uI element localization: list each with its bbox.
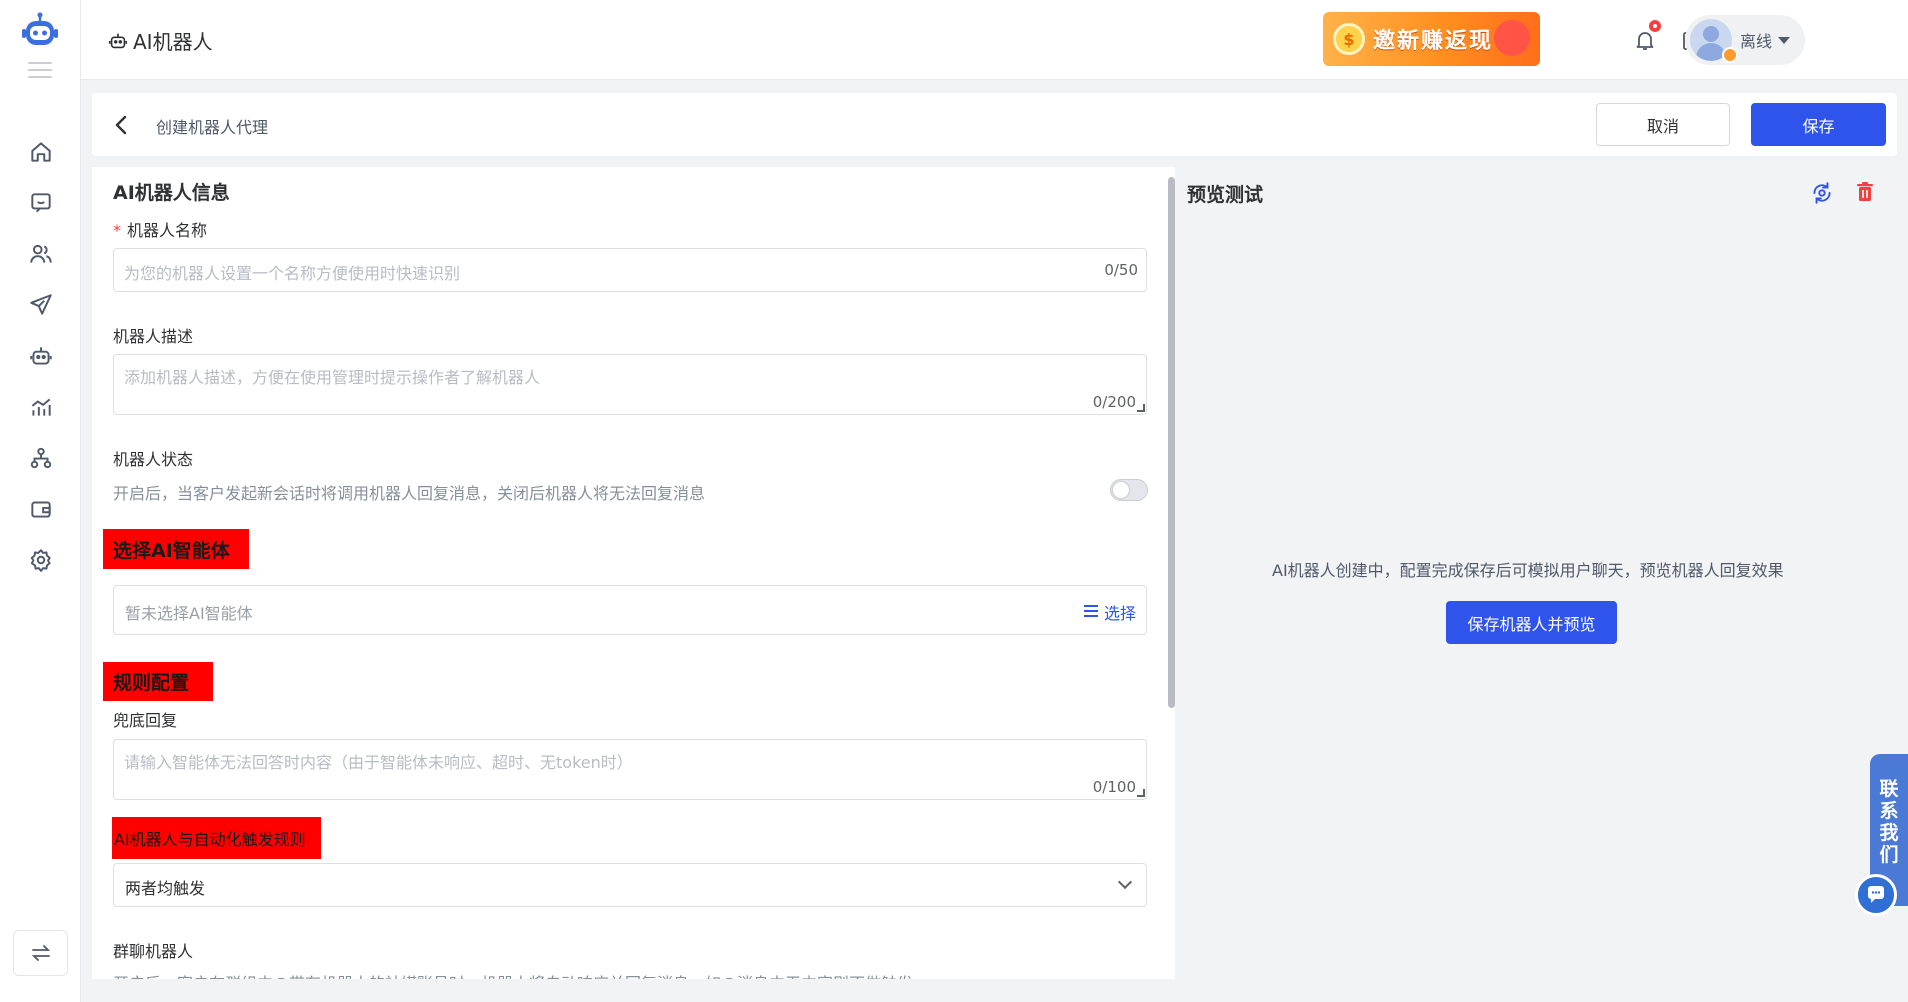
chevron-down-icon [1117,874,1133,890]
description-textarea[interactable]: 添加机器人描述，方便在使用管理时提示操作者了解机器人 0/200 [113,354,1147,415]
status-dot [1722,47,1738,63]
preview-title: 预览测试 [1187,184,1264,206]
name-placeholder: 为您的机器人设置一个名称方便使用时快速识别 [124,264,461,283]
fallback-placeholder: 请输入智能体无法回答时内容（由于智能体未响应、超时、无token时） [124,753,633,772]
app-title: AI机器人 [107,26,213,55]
fallback-textarea[interactable]: 请输入智能体无法回答时内容（由于智能体未响应、超时、无token时） 0/100 [113,739,1147,800]
agent-select-field[interactable]: 暂未选择AI智能体 选择 [113,585,1147,635]
select-agent-link[interactable]: 选择 [1083,600,1136,624]
description-placeholder: 添加机器人描述，方便在使用管理时提示操作者了解机器人 [124,368,541,387]
description-char-count: 0/200 [1092,393,1136,411]
robot-icon [108,33,128,48]
preview-message: AI机器人创建中，配置完成保存后可模拟用户聊天，预览机器人回复效果 [1272,561,1784,580]
nav-org-icon[interactable] [0,432,81,483]
name-label-text: 机器人名称 [127,221,208,240]
menu-toggle-icon[interactable] [28,62,52,80]
promo-text: 邀新赚返现 [1373,29,1494,54]
breadcrumb: 创建机器人代理 [156,118,269,137]
agent-section-label: 选择AI智能体 [103,529,249,569]
side-rail [0,0,81,1002]
trigger-section-label: AI机器人与自动化触发规则 [112,817,321,859]
nav-chat-icon[interactable] [0,177,81,228]
list-icon [1083,604,1098,620]
name-label: * 机器人名称 [113,217,207,241]
notification-badge [1647,18,1663,34]
page-header: 创建机器人代理 取消 保存 [92,93,1897,156]
fallback-label: 兜底回复 [113,711,178,730]
agent-placeholder: 暂未选择AI智能体 [125,604,253,623]
status-toggle[interactable] [1110,479,1148,501]
group-help-clip: 开启后，客户在群组中@带有机器人的社媒账号时，机器人将自动响应并回复消息，如@消… [92,960,1168,979]
refresh-settings-icon[interactable] [1809,180,1835,206]
bell-icon[interactable] [1631,18,1663,54]
name-input[interactable]: 为您的机器人设置一个名称方便使用时快速识别 0/50 [113,248,1147,292]
form-scrollbar[interactable] [1168,177,1175,708]
group-robot-help: 开启后，客户在群组中@带有机器人的社媒账号时，机器人将自动响应并回复消息，如@消… [113,970,913,979]
save-button[interactable]: 保存 [1751,103,1886,146]
required-mark: * [113,221,121,240]
name-char-count: 0/50 [1104,261,1138,279]
rules-section-label: 规则配置 [103,662,213,701]
contact-us-label: 联系我们 [1879,778,1899,866]
select-agent-label: 选择 [1103,604,1136,623]
nav-robot-icon[interactable] [0,330,81,381]
description-label: 机器人描述 [113,327,194,346]
group-robot-label: 群聊机器人 [113,942,194,961]
back-arrow-icon[interactable] [110,113,134,137]
nav-customers-icon[interactable] [0,228,81,279]
robot-logo-icon[interactable] [20,12,60,52]
nav-send-icon[interactable] [0,279,81,330]
chat-bubble-icon[interactable] [1855,874,1897,916]
chevron-down-icon [1778,36,1791,44]
user-status-label: 离线 [1740,32,1773,51]
nav-settings-icon[interactable] [0,534,81,585]
trigger-select[interactable]: 两者均触发 [113,863,1147,907]
app-title-text: AI机器人 [133,30,213,54]
switch-icon[interactable] [13,930,68,976]
nav-analytics-icon[interactable] [0,381,81,432]
trash-icon[interactable] [1853,180,1879,206]
invite-promo-banner[interactable]: $ 邀新赚返现 [1323,12,1540,66]
resize-handle-icon[interactable] [1137,789,1145,797]
nav-wallet-icon[interactable] [0,483,81,534]
side-nav [0,126,81,585]
fallback-char-count: 0/100 [1092,778,1136,796]
nav-home-icon[interactable] [0,126,81,177]
trigger-selected-value: 两者均触发 [125,879,206,898]
section-title: AI机器人信息 [113,182,230,204]
user-menu[interactable]: 离线 [1685,15,1805,65]
cancel-button[interactable]: 取消 [1596,103,1730,146]
status-help: 开启后，当客户发起新会话时将调用机器人回复消息，关闭后机器人将无法回复消息 [113,484,706,503]
save-and-preview-button[interactable]: 保存机器人并预览 [1446,601,1617,644]
status-label: 机器人状态 [113,450,194,469]
megaphone-icon [1494,20,1530,56]
coin-icon: $ [1333,23,1365,55]
resize-handle-icon[interactable] [1137,404,1145,412]
